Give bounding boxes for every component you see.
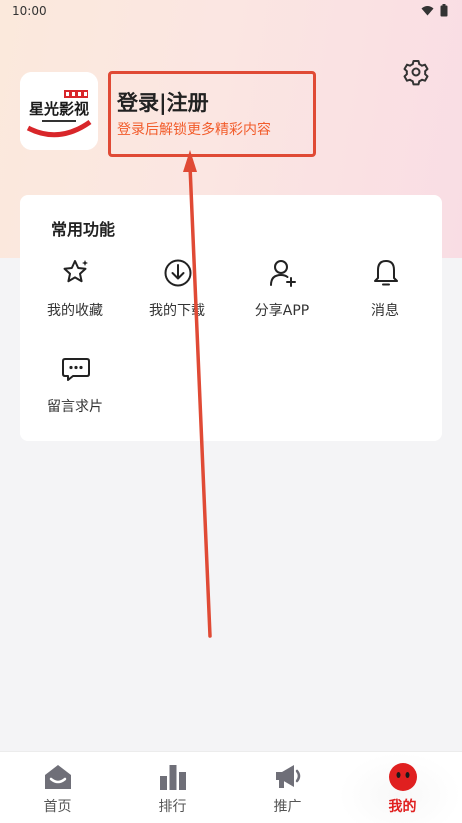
annotation-highlight-box <box>108 71 316 157</box>
favorites-label: 我的收藏 <box>47 303 103 319</box>
profile-face-icon <box>389 763 417 791</box>
request-film-label: 留言求片 <box>47 399 103 415</box>
chat-icon <box>62 358 90 381</box>
card-title: 常用功能 <box>51 220 116 239</box>
nav-promote[interactable]: 推广 <box>230 752 345 823</box>
status-icons <box>421 4 448 17</box>
logo-text: 星光影视 <box>29 100 89 118</box>
home-icon <box>45 765 71 789</box>
messages-button[interactable]: 消息 <box>335 258 435 328</box>
download-icon <box>164 259 192 287</box>
bell-icon <box>374 260 398 286</box>
nav-home-label: 首页 <box>43 799 72 815</box>
nav-ranking[interactable]: 排行 <box>115 752 230 823</box>
favorites-button[interactable]: 我的收藏 <box>25 258 125 328</box>
status-bar: 10:00 <box>0 0 462 22</box>
nav-mine[interactable]: 我的 <box>345 752 460 823</box>
nav-ranking-label: 排行 <box>158 799 187 815</box>
share-app-label: 分享APP <box>254 303 310 319</box>
downloads-button[interactable]: 我的下载 <box>127 258 227 328</box>
user-add-icon <box>270 260 296 287</box>
request-film-button[interactable]: 留言求片 <box>25 354 125 424</box>
bottom-navigation: 首页 排行 推广 我的 <box>0 751 462 823</box>
settings-gear-icon[interactable] <box>402 58 430 86</box>
battery-icon <box>440 4 448 17</box>
nav-home[interactable]: 首页 <box>0 752 115 823</box>
nav-promote-label: 推广 <box>273 799 302 815</box>
app-logo-avatar[interactable]: 星光影视 <box>20 72 98 150</box>
app-logo-image: 星光影视 <box>20 72 98 150</box>
megaphone-icon <box>276 765 301 788</box>
bar-chart-icon <box>160 765 186 790</box>
downloads-label: 我的下载 <box>149 303 205 319</box>
messages-label: 消息 <box>371 303 399 319</box>
nav-mine-label: 我的 <box>388 799 417 815</box>
star-icon <box>63 260 88 283</box>
share-app-button[interactable]: 分享APP <box>232 258 332 328</box>
wifi-icon <box>421 6 434 16</box>
status-time: 10:00 <box>12 4 47 18</box>
common-functions-card: 常用功能 我的收藏 我的下载 分享APP 消息 留言求片 <box>20 195 442 441</box>
